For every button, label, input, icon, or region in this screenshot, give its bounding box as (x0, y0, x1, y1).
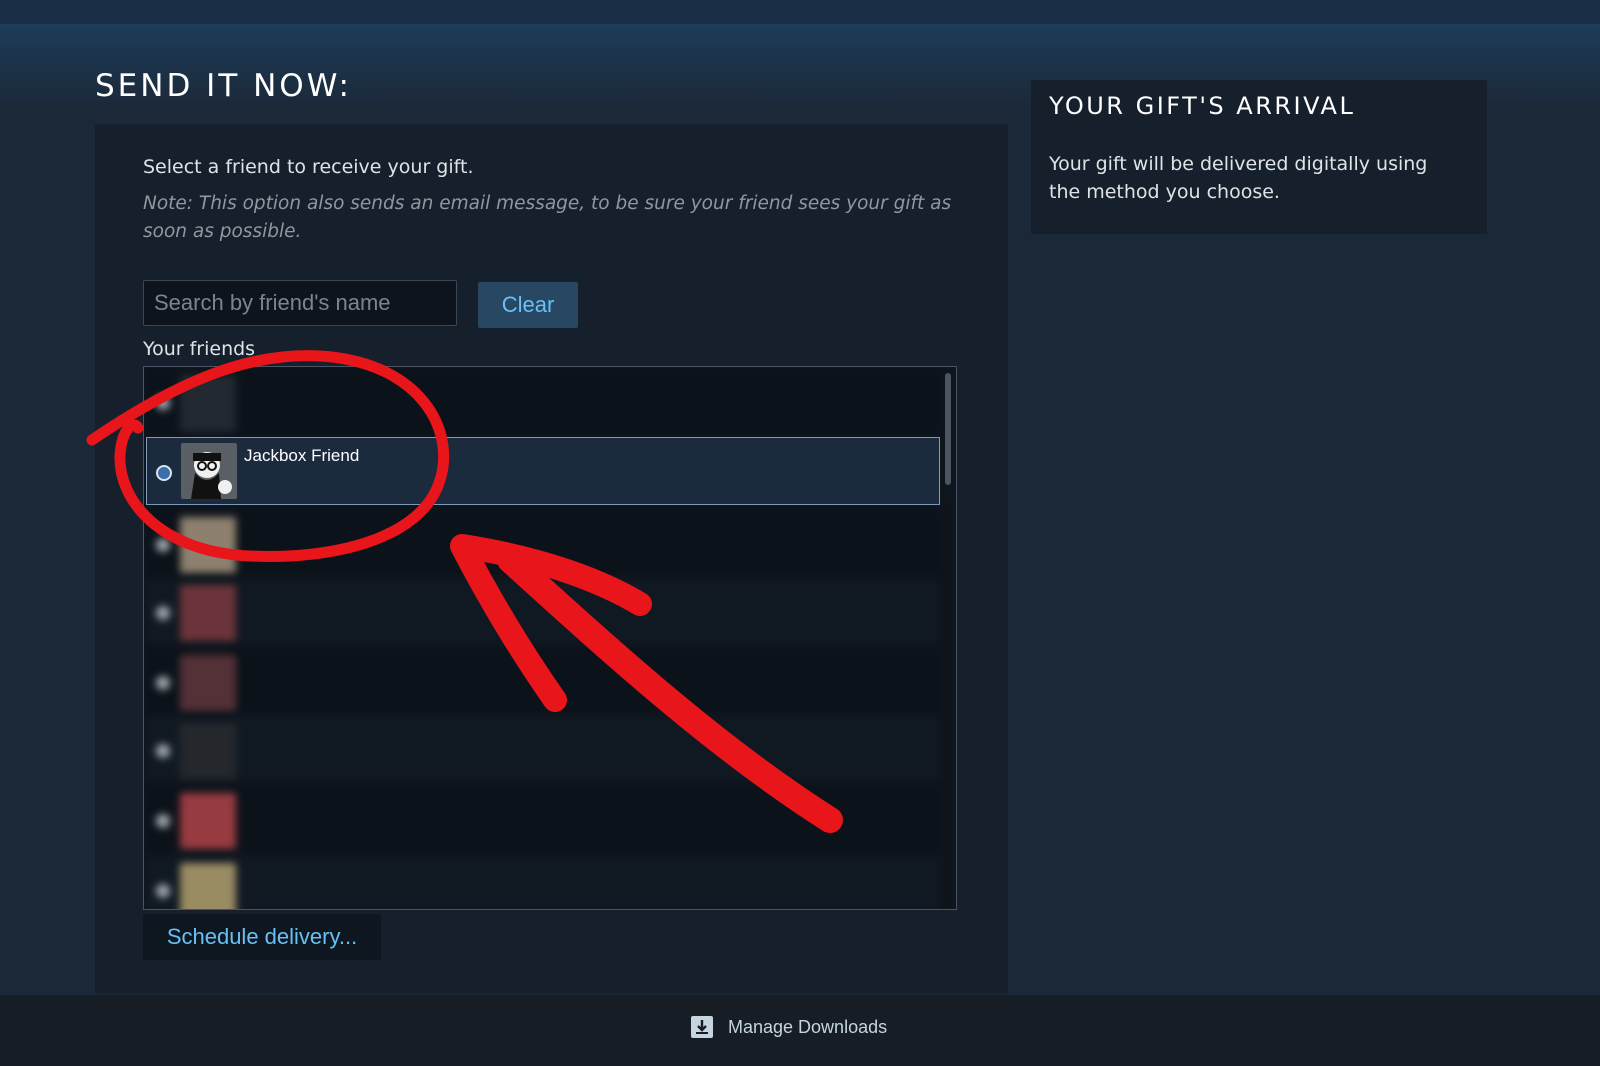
friend-row-jackbox-friend[interactable]: Jackbox Friend (146, 437, 940, 505)
avatar (180, 655, 236, 711)
clear-button[interactable]: Clear (478, 282, 578, 328)
friend-radio[interactable] (156, 676, 170, 690)
instruction-text: Select a friend to receive your gift. (143, 156, 474, 178)
friend-row[interactable] (146, 787, 938, 851)
friend-radio[interactable] (156, 396, 170, 410)
friend-radio[interactable] (156, 606, 170, 620)
avatar (180, 723, 236, 779)
friend-row[interactable] (146, 369, 938, 433)
gift-arrival-panel: YOUR GIFT'S ARRIVAL Your gift will be de… (1031, 80, 1487, 234)
friends-label: Your friends (143, 338, 256, 360)
note-text: Note: This option also sends an email me… (143, 193, 952, 242)
friend-search-input[interactable] (143, 280, 457, 326)
top-bar (0, 0, 1600, 24)
gift-arrival-text: Your gift will be delivered digitally us… (1049, 153, 1428, 203)
friends-scrollbar[interactable] (945, 373, 951, 485)
send-it-now-title: SEND IT NOW: (95, 68, 352, 104)
friend-name: Jackbox Friend (244, 446, 360, 465)
send-panel: Select a friend to receive your gift. No… (95, 124, 1008, 994)
avatar (180, 585, 236, 641)
download-icon[interactable] (690, 1015, 714, 1039)
friend-row[interactable] (146, 649, 938, 713)
friend-row[interactable] (146, 717, 938, 781)
friend-radio[interactable] (156, 744, 170, 758)
footer-bar: Manage Downloads (0, 995, 1600, 1066)
avatar (180, 517, 236, 573)
jackbox-avatar-icon (181, 443, 237, 499)
avatar (180, 863, 236, 909)
friend-row[interactable] (146, 579, 938, 643)
gift-arrival-title: YOUR GIFT'S ARRIVAL (1049, 92, 1356, 120)
avatar (180, 375, 236, 431)
friend-radio[interactable] (156, 814, 170, 828)
friend-row[interactable] (146, 857, 938, 909)
avatar (181, 443, 237, 499)
avatar (180, 793, 236, 849)
friend-radio[interactable] (156, 538, 170, 552)
schedule-delivery-button[interactable]: Schedule delivery... (143, 914, 381, 960)
friend-row[interactable] (146, 511, 938, 575)
friend-radio-selected[interactable] (156, 465, 172, 481)
friend-radio[interactable] (156, 884, 170, 898)
friends-list[interactable]: Jackbox Friend (143, 366, 957, 910)
manage-downloads-link[interactable]: Manage Downloads (728, 1017, 887, 1038)
